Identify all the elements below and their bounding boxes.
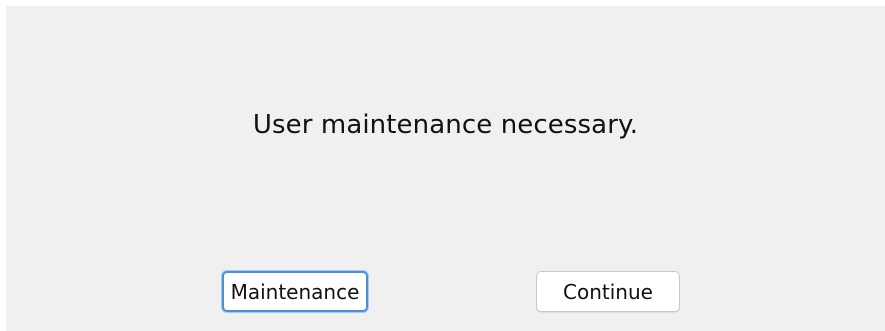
dialog-message: User maintenance necessary. bbox=[252, 110, 639, 140]
dialog-panel: User maintenance necessary. Maintenance … bbox=[6, 6, 885, 331]
continue-button[interactable]: Continue bbox=[536, 271, 680, 312]
maintenance-button[interactable]: Maintenance bbox=[222, 271, 368, 312]
